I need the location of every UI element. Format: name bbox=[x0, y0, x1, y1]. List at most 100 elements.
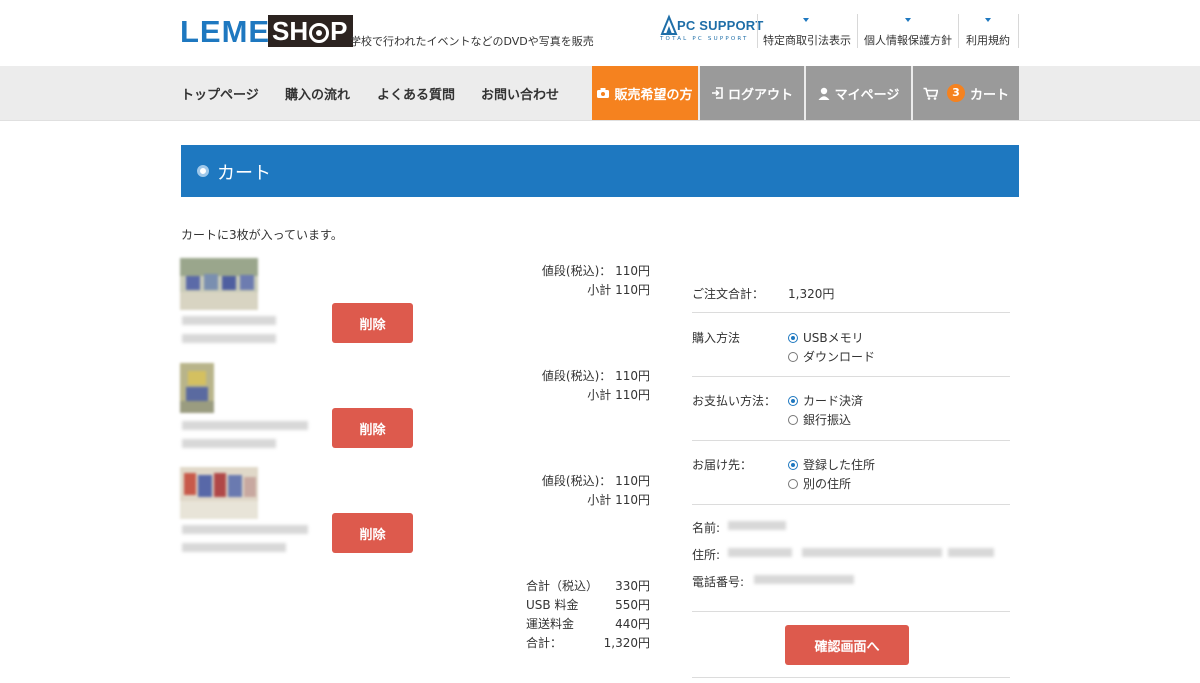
name-value-blurred bbox=[728, 521, 786, 530]
logo-shop-block[interactable]: SH P bbox=[268, 15, 354, 47]
divider bbox=[692, 440, 1010, 441]
shipping-fee-label: 運送料金 bbox=[526, 617, 575, 631]
name-label: 名前: bbox=[692, 521, 721, 535]
purchase-option-usb[interactable]: USBメモリ bbox=[788, 329, 864, 346]
header-divider bbox=[958, 14, 959, 48]
nav-item-contact[interactable]: お問い合わせ bbox=[481, 84, 559, 103]
item-thumbnail[interactable] bbox=[180, 467, 258, 519]
price-label: 値段(税込)： bbox=[541, 474, 612, 488]
nav-item-faq[interactable]: よくある質問 bbox=[377, 84, 455, 103]
cart-count-badge: 3 bbox=[946, 84, 965, 102]
header-link-terms[interactable]: 利用規約 bbox=[966, 32, 1010, 48]
item-price: 値段(税込)： 110円 bbox=[542, 367, 650, 384]
dropdown-arrow-icon bbox=[803, 18, 809, 22]
cart-message: カートに3枚が入っています。 bbox=[181, 228, 343, 242]
item-price: 値段(税込)： 110円 bbox=[542, 262, 650, 279]
radio-checked-icon bbox=[788, 332, 798, 343]
price-value: 110円 bbox=[615, 474, 650, 488]
logo[interactable]: LEME bbox=[180, 14, 270, 50]
address-value-blurred bbox=[802, 548, 942, 557]
total-tax-label: 合計（税込） bbox=[526, 579, 599, 593]
nav-logout-label: ログアウト bbox=[727, 87, 793, 103]
subtotal-value: 110円 bbox=[615, 493, 650, 507]
payment-option-bank[interactable]: 銀行振込 bbox=[788, 411, 851, 428]
cart-icon bbox=[923, 87, 938, 100]
page-title: カート bbox=[217, 163, 271, 184]
phone-label: 電話番号: bbox=[692, 575, 745, 589]
item-subtotal: 小計 110円 bbox=[587, 491, 650, 508]
item-subtotal: 小計 110円 bbox=[587, 281, 650, 298]
address-value-blurred bbox=[948, 548, 994, 557]
delete-button[interactable]: 削除 bbox=[332, 513, 413, 553]
pc-support-title[interactable]: PC SUPPORT bbox=[677, 18, 764, 33]
nav-logout-button[interactable]: ログアウト bbox=[700, 66, 804, 120]
address-value-blurred bbox=[728, 548, 792, 557]
price-label: 値段(税込)： bbox=[541, 264, 612, 278]
tagline: 学校で行われたイベントなどのDVDや写真を販売 bbox=[350, 35, 594, 48]
pc-support-subtitle: TOTAL PC SUPPORT bbox=[660, 36, 749, 42]
circle-bullet-icon bbox=[197, 165, 209, 177]
payment-option-card[interactable]: カード決済 bbox=[788, 392, 863, 409]
shipping-fee-value: 440円 bbox=[615, 617, 650, 631]
item-desc-blurred bbox=[182, 334, 276, 343]
delivery-option-other[interactable]: 別の住所 bbox=[788, 475, 851, 492]
logo-text-p: P bbox=[330, 16, 348, 46]
header-link-tokusho[interactable]: 特定商取引法表示 bbox=[763, 32, 851, 48]
nav-cart-button[interactable]: 3 カート bbox=[913, 66, 1019, 120]
usb-fee-label: USB 料金 bbox=[526, 598, 579, 612]
item-thumbnail[interactable] bbox=[180, 363, 214, 413]
delivery-option-registered[interactable]: 登録した住所 bbox=[788, 456, 875, 473]
item-name-blurred bbox=[182, 525, 308, 534]
logo-ring-icon bbox=[309, 23, 330, 43]
grand-total-value: 1,320円 bbox=[603, 636, 650, 650]
delivery-option-label: 登録した住所 bbox=[803, 458, 876, 472]
item-desc-blurred bbox=[182, 439, 276, 448]
nav-mypage-label: マイページ bbox=[834, 87, 900, 103]
header-divider bbox=[857, 14, 858, 48]
address-label: 住所: bbox=[692, 548, 721, 562]
order-total-value: 1,320円 bbox=[788, 287, 835, 301]
header-divider bbox=[757, 14, 758, 48]
subtotal-label: 小計 bbox=[587, 388, 612, 402]
confirm-button[interactable]: 確認画面へ bbox=[785, 625, 909, 665]
delivery-label: お届け先： bbox=[692, 458, 753, 472]
item-desc-blurred bbox=[182, 543, 286, 552]
radio-checked-icon bbox=[788, 459, 798, 470]
item-name-blurred bbox=[182, 421, 308, 430]
purchase-method-label: 購入方法 bbox=[692, 331, 741, 345]
item-thumbnail[interactable] bbox=[180, 258, 258, 310]
payment-method-label: お支払い方法： bbox=[692, 394, 777, 408]
delete-button[interactable]: 削除 bbox=[332, 303, 413, 343]
subtotal-label: 小計 bbox=[587, 493, 612, 507]
payment-option-label: カード決済 bbox=[803, 394, 864, 408]
header-link-privacy[interactable]: 個人情報保護方針 bbox=[864, 32, 952, 48]
dropdown-arrow-icon bbox=[985, 18, 991, 22]
radio-unchecked-icon bbox=[788, 351, 798, 362]
nav-sell-button[interactable]: 販売希望の方 bbox=[592, 66, 698, 120]
nav-mypage-button[interactable]: マイページ bbox=[806, 66, 911, 120]
price-label: 値段(税込)： bbox=[541, 369, 612, 383]
header-divider bbox=[1018, 14, 1019, 48]
delete-button[interactable]: 削除 bbox=[332, 408, 413, 448]
price-value: 110円 bbox=[615, 264, 650, 278]
nav-item-flow[interactable]: 購入の流れ bbox=[285, 84, 350, 103]
user-icon bbox=[818, 87, 830, 100]
divider bbox=[692, 312, 1010, 313]
total-tax-value: 330円 bbox=[615, 579, 650, 593]
payment-option-label: 銀行振込 bbox=[803, 413, 852, 427]
item-price: 値段(税込)： 110円 bbox=[542, 472, 650, 489]
subtotal-value: 110円 bbox=[615, 283, 650, 297]
usb-fee-value: 550円 bbox=[615, 598, 650, 612]
radio-unchecked-icon bbox=[788, 478, 798, 489]
radio-checked-icon bbox=[788, 395, 798, 406]
purchase-option-download[interactable]: ダウンロード bbox=[788, 348, 875, 365]
item-name-blurred bbox=[182, 316, 276, 325]
order-total-label: ご注文合計： bbox=[692, 287, 765, 301]
divider bbox=[692, 677, 1010, 678]
logo-text-sh: SH bbox=[272, 16, 309, 46]
subtotal-value: 110円 bbox=[615, 388, 650, 402]
price-value: 110円 bbox=[615, 369, 650, 383]
logout-icon bbox=[711, 87, 723, 99]
nav-item-top[interactable]: トップページ bbox=[181, 84, 259, 103]
nav-cart-label: カート bbox=[969, 87, 1009, 103]
